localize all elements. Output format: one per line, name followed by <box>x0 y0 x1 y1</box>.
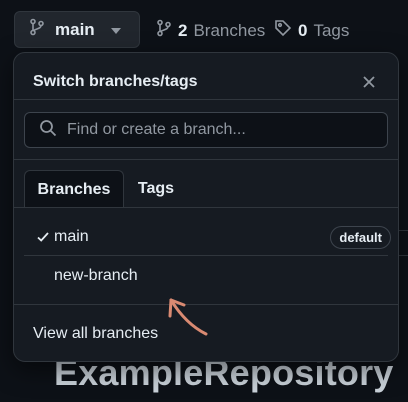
tags-label: Tags <box>313 20 350 40</box>
tab-branches[interactable]: Branches <box>24 170 124 208</box>
branch-select-button[interactable]: main <box>14 11 140 48</box>
tag-icon <box>274 19 292 42</box>
header-divider <box>14 99 398 100</box>
branch-item-new-branch[interactable]: new-branch <box>24 258 390 294</box>
default-badge: default <box>330 226 391 249</box>
check-icon <box>34 232 52 242</box>
tags-count: 0 <box>298 20 308 40</box>
git-branch-icon <box>156 19 172 42</box>
branch-name: new-branch <box>54 267 138 284</box>
view-all-branches-link[interactable]: View all branches <box>33 325 158 343</box>
branches-count: 2 <box>178 20 188 40</box>
branch-dropdown: Switch branches/tags Branches Tags <box>13 52 399 362</box>
branches-link[interactable]: 2 Branches <box>156 19 265 42</box>
branch-search-field[interactable] <box>24 112 388 148</box>
screen: ExampleRepository main 2 Branches 0 Tags… <box>0 0 408 402</box>
branches-label: Branches <box>193 20 266 40</box>
close-icon[interactable] <box>360 73 378 91</box>
search-icon <box>39 119 57 142</box>
tags-link[interactable]: 0 Tags <box>274 19 349 42</box>
branch-name: main <box>54 228 89 245</box>
tabs-divider <box>14 207 398 208</box>
caret-down-icon <box>110 21 121 39</box>
search-divider <box>14 159 398 160</box>
search-input[interactable] <box>67 121 377 139</box>
footer-divider <box>14 304 398 305</box>
git-branch-icon <box>29 18 45 41</box>
tab-tags[interactable]: Tags <box>130 170 182 208</box>
current-branch-label: main <box>55 19 95 39</box>
dropdown-title: Switch branches/tags <box>33 73 198 90</box>
row-divider <box>24 255 388 256</box>
branch-item-main[interactable]: main default <box>24 219 391 255</box>
